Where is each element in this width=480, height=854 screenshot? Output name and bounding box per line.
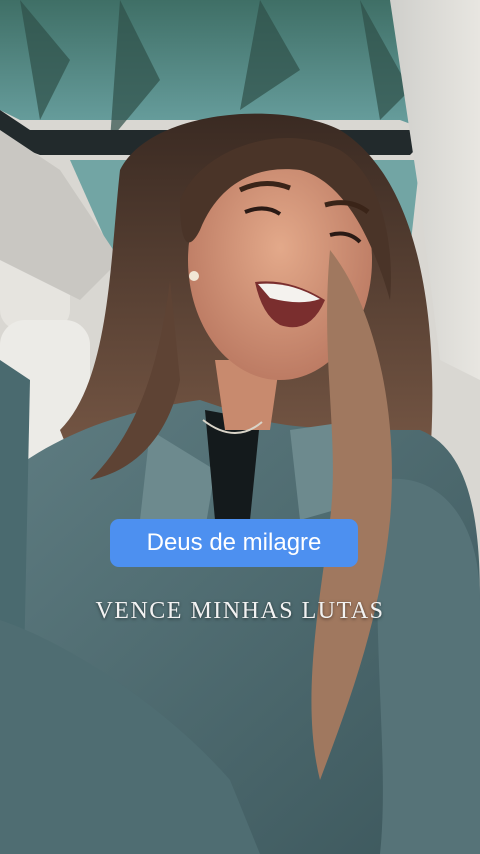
- video-scene-photo: [0, 0, 480, 854]
- caption-highlight-badge: Deus de milagre: [110, 519, 358, 567]
- lyric-text: VENCE MINHAS LUTAS: [95, 598, 385, 624]
- caption-highlight-text: Deus de milagre: [146, 529, 322, 556]
- video-frame[interactable]: Deus de milagre VENCE MINHAS LUTAS: [0, 0, 480, 854]
